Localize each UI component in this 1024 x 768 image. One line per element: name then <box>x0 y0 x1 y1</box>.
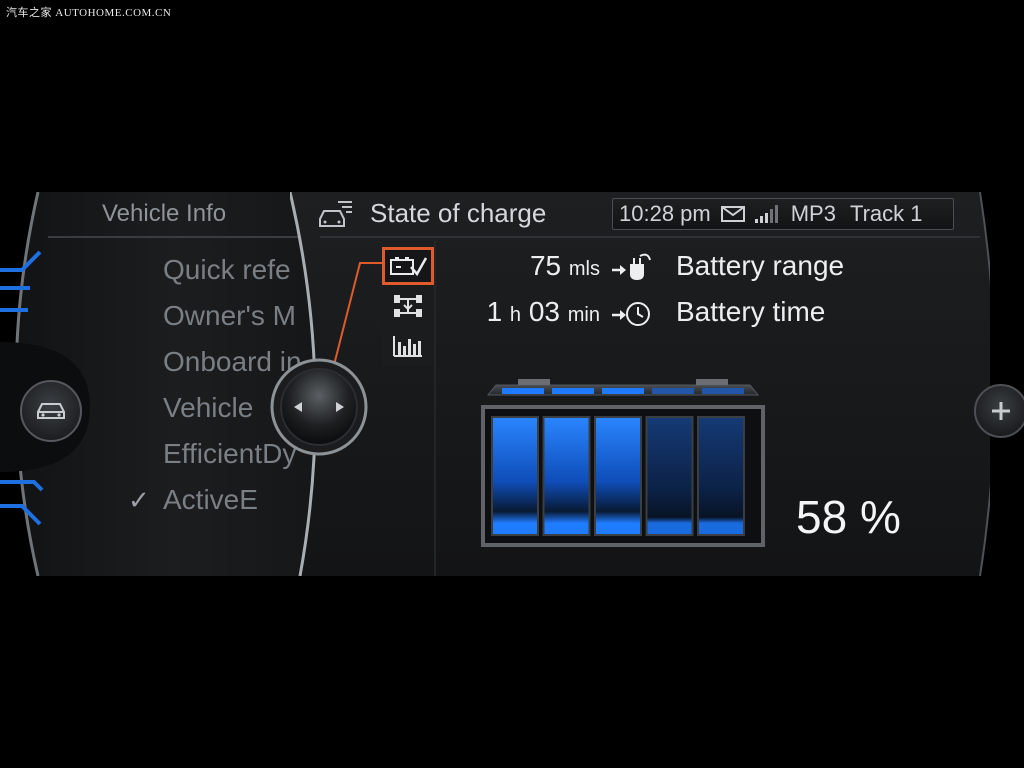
battery-check-icon <box>390 257 427 277</box>
state-of-charge-panel: State of charge 10:28 pm MP3 Track 1 75 … <box>290 192 990 576</box>
menu-item-label: Quick refe <box>163 254 291 285</box>
charge-plug-icon <box>612 253 651 280</box>
battery-top-cells <box>502 388 744 394</box>
battery-time-label: Battery time <box>676 296 826 327</box>
menu-item-activee[interactable]: ✓ ActiveE <box>128 478 302 524</box>
battery-segment-charged <box>542 416 591 536</box>
clock-time: 10:28 pm <box>619 201 711 226</box>
controller-knob[interactable] <box>270 358 368 456</box>
battery-gauge <box>481 379 765 547</box>
battery-top-cell <box>552 388 594 394</box>
menu-item-quick-reference[interactable]: Quick refe <box>128 248 302 294</box>
battery-top-cell <box>652 388 694 394</box>
bar-chart-icon <box>393 336 422 357</box>
menu-item-label: Vehicle <box>163 392 254 423</box>
battery-top-cell <box>702 388 744 394</box>
car-button[interactable] <box>20 380 82 442</box>
battery-top-cell <box>602 388 644 394</box>
drivetrain-icon <box>394 295 422 317</box>
car-icon <box>37 403 65 419</box>
battery-time-hours-unit: h <box>509 304 522 326</box>
battery-segment-charged <box>594 416 642 536</box>
battery-segment-charged <box>491 416 539 536</box>
menu-item-owners-manual[interactable]: Owner's M <box>128 294 302 340</box>
envelope-icon <box>720 206 745 222</box>
page-title: State of charge <box>370 198 547 228</box>
charge-clock-icon <box>612 302 650 326</box>
battery-range-value: 75 <box>529 250 562 281</box>
battery-time-minutes: 03 <box>528 296 560 327</box>
menu-item-label: ActiveE <box>163 484 258 515</box>
battery-range-value-group: 75 mls <box>450 250 600 282</box>
header-divider <box>320 236 980 238</box>
menu-item-label: Owner's M <box>163 300 296 331</box>
battery-segment-empty <box>697 416 745 536</box>
left-divider <box>48 236 328 238</box>
battery-time-minutes-unit: min <box>567 304 600 326</box>
pointer-line <box>331 262 382 368</box>
battery-range-label: Battery range <box>676 250 845 281</box>
track-name: Track 1 <box>849 201 923 226</box>
signal-bars-icon <box>754 205 778 223</box>
plus-icon <box>992 402 1010 420</box>
media-source: MP3 <box>790 201 836 226</box>
vehicle-info-title: Vehicle Info <box>102 200 227 227</box>
battery-top-cell <box>502 388 544 394</box>
car-menu-icon <box>319 201 352 227</box>
check-icon: ✓ <box>128 485 150 515</box>
battery-segment-empty <box>645 416 694 536</box>
battery-time-value-group: 1 h 03 min <box>450 296 600 328</box>
battery-segments <box>491 416 745 536</box>
add-button[interactable] <box>974 384 1024 438</box>
status-bar: 10:28 pm MP3 Track 1 <box>612 198 954 230</box>
battery-time-hours: 1 <box>486 296 503 327</box>
watermark: 汽车之家 AUTOHOME.COM.CN <box>6 7 172 19</box>
battery-range-unit: mls <box>568 258 600 280</box>
charge-percentage: 58 % <box>796 491 901 543</box>
tabs-divider <box>434 240 436 576</box>
